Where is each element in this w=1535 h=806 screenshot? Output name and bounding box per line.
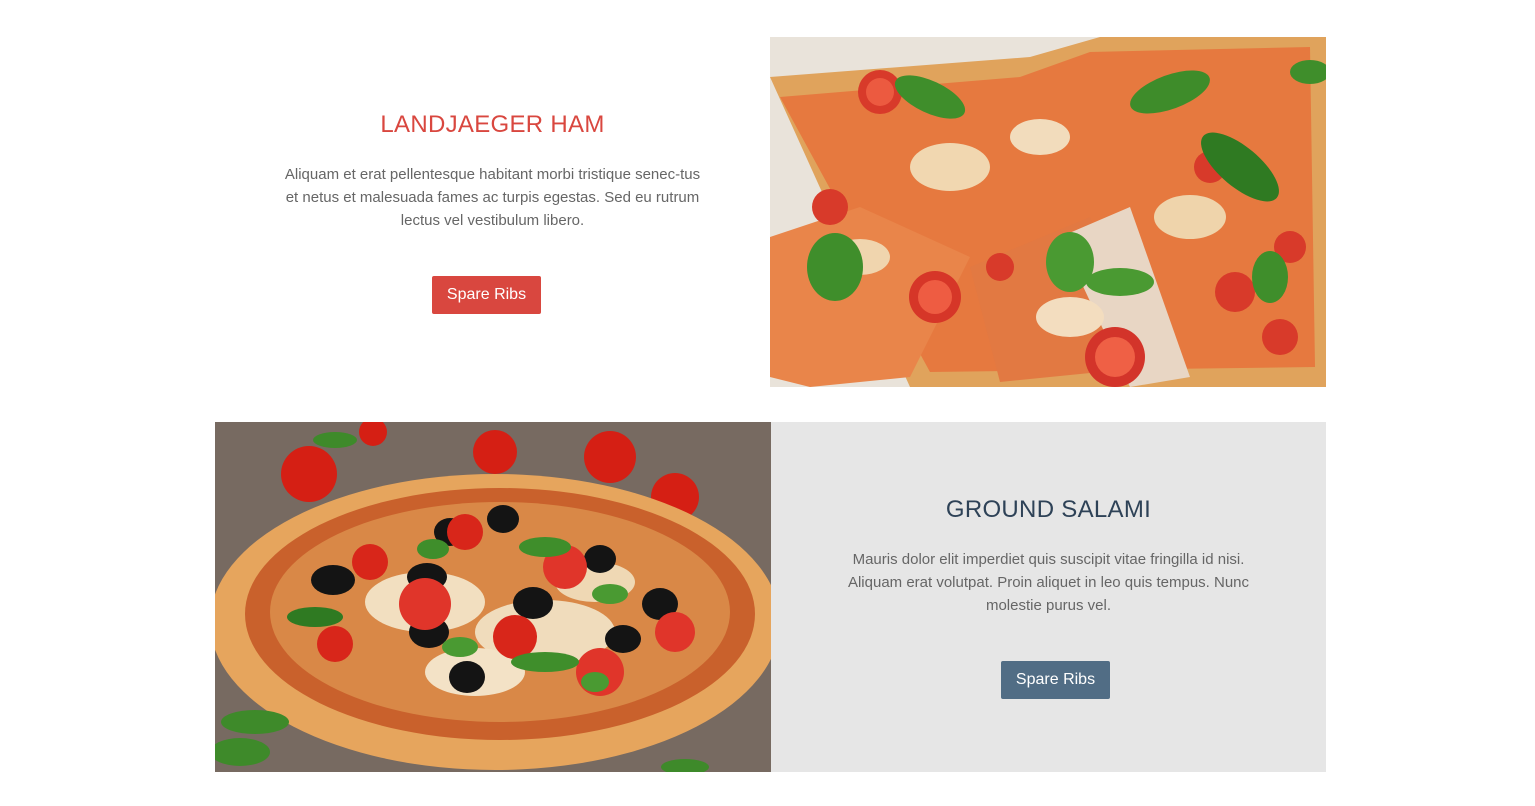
section-description: Mauris dolor elit imperdiet quis suscipi… (847, 550, 1250, 614)
menu-section-2: GROUND SALAMI Mauris dolor elit imperdie… (215, 422, 1326, 772)
pizza-slices-image (770, 37, 1326, 387)
section-description: Aliquam et erat pellentesque habitant mo… (284, 165, 701, 229)
spare-ribs-button[interactable]: Spare Ribs (431, 275, 542, 314)
whole-pizza-image (215, 422, 771, 772)
pizza-slices-illustration (770, 37, 1326, 387)
text-panel-2: GROUND SALAMI Mauris dolor elit imperdie… (771, 422, 1326, 772)
text-panel-1: LANDJAEGER HAM Aliquam et erat pellentes… (215, 37, 770, 387)
section-title: GROUND SALAMI (945, 495, 1152, 523)
spare-ribs-button[interactable]: Spare Ribs (1000, 660, 1111, 699)
menu-section-1: LANDJAEGER HAM Aliquam et erat pellentes… (215, 37, 1326, 387)
section-title: LANDJAEGER HAM (380, 110, 605, 138)
page: LANDJAEGER HAM Aliquam et erat pellentes… (0, 0, 1535, 806)
whole-pizza-illustration (215, 422, 771, 772)
